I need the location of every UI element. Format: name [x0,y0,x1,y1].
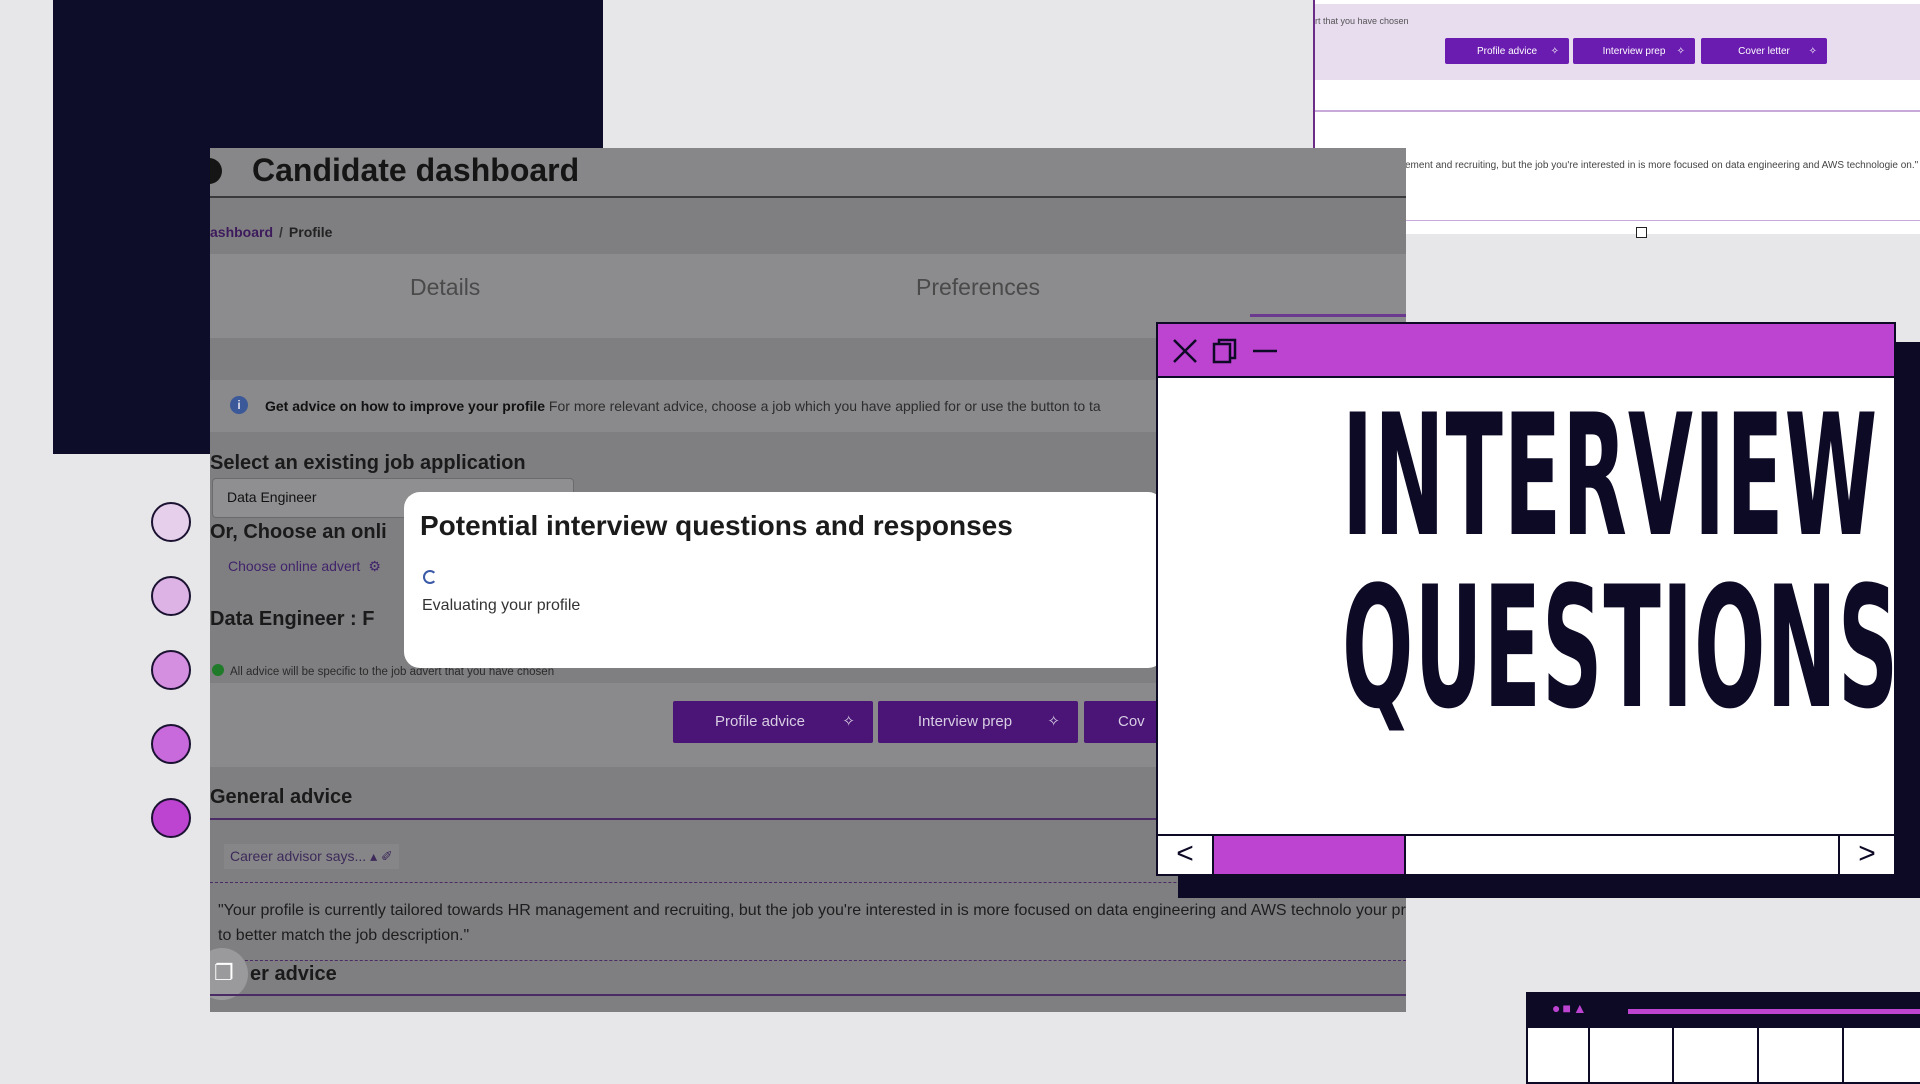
tr-button-label: Cover letter [1738,45,1790,57]
megaphone-icon: ✐ [380,848,393,864]
prev-arrow-button[interactable]: < [1158,836,1214,874]
modal-status: Evaluating your profile [422,597,581,614]
info-icon: i [230,396,248,414]
choose-online-advert-link[interactable]: Choose online advert ⚙ [228,558,381,575]
logo-icon [210,158,222,184]
breadcrumb-current: Profile [288,224,333,240]
chat-icon: ❐ [214,960,234,985]
active-tab-indicator [1250,314,1406,317]
selected-job: Data Engineer [227,489,317,505]
decorative-dot [151,576,191,616]
status-dot [212,664,224,676]
gear-icon: ⚙ [368,558,381,574]
tr-cover-letter-button[interactable]: Cover letter ✧ [1701,38,1827,64]
decorative-dot [151,650,191,690]
headline-line-2: QUESTIONS [1342,550,1900,746]
general-advice-heading: General advice [210,786,353,808]
tr-interview-prep-button[interactable]: Interview prep ✧ [1573,38,1695,64]
loading-spinner-icon [423,570,437,584]
other-advice-heading: er advice [250,963,337,985]
modal-title: Potential interview questions and respon… [420,510,1013,541]
info-bold: Get advice on how to improve your profil… [265,398,546,414]
divider [1405,220,1920,221]
divider [210,960,1406,961]
breadcrumb-separator: / [279,224,283,240]
grid-line [1757,1028,1759,1082]
wand-icon: ✧ [842,713,855,730]
tr-quote: ement and recruiting, but the job you're… [1405,160,1919,171]
next-arrow-button[interactable]: > [1838,836,1894,874]
wand-icon: ✧ [1047,713,1060,730]
choose-advert-label: Choose online advert [228,558,361,574]
info-text: Get advice on how to improve your profil… [265,398,1101,414]
select-job-heading: Select an existing job application [210,452,526,474]
decorative-titlebar: ●■▲ [1528,994,1920,1028]
tr-button-label: Profile advice [1476,45,1538,57]
headline-line-1: INTERVIEW [1342,378,1879,574]
shapes-icon: ●■▲ [1552,1000,1589,1016]
window-scrollbar: < > [1158,834,1894,874]
grid-line [1672,1028,1674,1082]
tr-profile-advice-button[interactable]: Profile advice ✧ [1445,38,1569,64]
scroll-thumb[interactable] [1214,836,1406,874]
interview-questions-modal: Potential interview questions and respon… [404,492,1164,668]
window-titlebar [1158,324,1894,378]
headline: INTERVIEW QUESTIONS [1342,378,1900,746]
tab-details[interactable]: Details [410,274,480,301]
info-rest: For more relevant advice, choose a job w… [545,398,1101,414]
grid-line [1842,1028,1844,1082]
dashboard-header: Candidate dashboard [210,148,1406,198]
resize-handle[interactable] [1636,227,1647,238]
divider [1315,110,1920,112]
breadcrumb-dashboard-link[interactable]: ashboard [210,224,273,240]
tr-note: rt that you have chosen [1315,16,1409,26]
close-icon[interactable] [1172,338,1198,364]
wand-icon: ✧ [1808,45,1817,57]
restore-icon[interactable] [1212,338,1238,364]
tab-preferences[interactable]: Preferences [916,274,1040,301]
title-window: INTERVIEW QUESTIONS < > [1156,322,1900,876]
decorative-window: ●■▲ [1526,992,1920,1084]
career-advisor-toggle[interactable]: Career advisor says... ▴ ✐ [224,844,399,869]
decorative-dot [151,724,191,764]
caret-up-icon: ▴ [370,848,378,864]
career-says-label: Career advisor says... [230,848,367,864]
wand-icon: ✧ [1676,45,1685,57]
decorative-progress [1628,1009,1920,1014]
divider [210,994,1406,996]
decorative-dot [151,502,191,542]
job-heading: Data Engineer : F [210,608,375,630]
profile-advice-button[interactable]: Profile advice ✧ [673,701,873,743]
tr-button-label: Interview prep [1602,45,1666,57]
page-title: Candidate dashboard [252,152,580,188]
decorative-dot [151,798,191,838]
wand-icon: ✧ [1550,45,1559,57]
minimize-icon[interactable] [1252,338,1278,364]
advice-quote: "Your profile is currently tailored towa… [218,902,1406,944]
choose-advert-heading: Or, Choose an onli [210,521,387,543]
interview-prep-button[interactable]: Interview prep ✧ [878,701,1078,743]
grid-line [1588,1028,1590,1082]
breadcrumb: ashboard / Profile [210,224,332,240]
